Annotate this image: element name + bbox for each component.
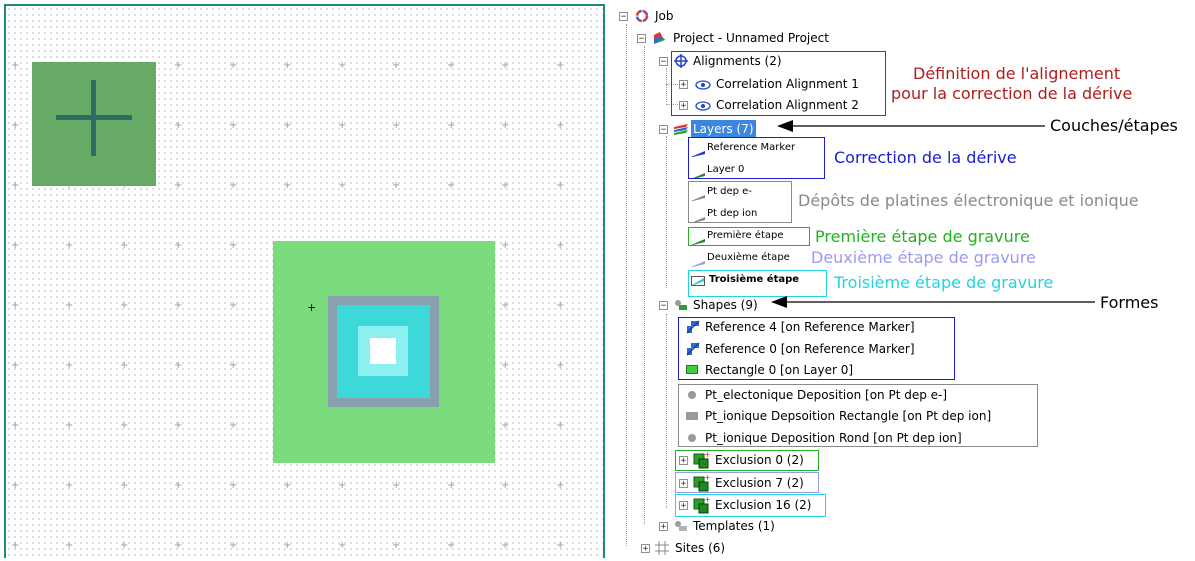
grid-cross-mark: + xyxy=(65,240,74,251)
grid-cross-mark: + xyxy=(338,180,347,191)
grid-cross-mark: + xyxy=(11,480,20,491)
grid-cross-mark: + xyxy=(229,60,238,71)
grid-cross-mark: + xyxy=(447,120,456,131)
grid-cross-mark: + xyxy=(65,420,74,431)
annotation-first-step: Première étape de gravure xyxy=(815,227,1030,246)
grid-cross-mark: + xyxy=(283,180,292,191)
annotation-drift-correction: Correction de la dérive xyxy=(834,148,1017,167)
grid-cross-mark: + xyxy=(229,540,238,551)
grid-cross-mark: + xyxy=(501,360,510,371)
grid-cross-mark: + xyxy=(338,120,347,131)
grid-cross-mark: + xyxy=(174,540,183,551)
grid-cross-mark: + xyxy=(556,540,565,551)
grid-cross-mark: + xyxy=(229,180,238,191)
grid-cross-mark: + xyxy=(338,540,347,551)
grid-cross-mark: + xyxy=(556,60,565,71)
grid-cross-mark: + xyxy=(392,180,401,191)
grid-cross-mark: + xyxy=(229,360,238,371)
annotation-forms: Formes xyxy=(1100,293,1159,312)
grid-cross-mark: + xyxy=(556,300,565,311)
grid-cross-mark: + xyxy=(447,60,456,71)
grid-cross-mark: + xyxy=(11,240,20,251)
grid-cross-mark: + xyxy=(174,60,183,71)
origin-cross-mark: + xyxy=(307,301,317,314)
grid-cross-mark: + xyxy=(229,120,238,131)
reference-cross-horizontal xyxy=(56,115,132,120)
grid-cross-mark: + xyxy=(120,240,129,251)
grid-cross-mark: + xyxy=(447,180,456,191)
grid-cross-mark: + xyxy=(174,240,183,251)
annotation-alignment-line2: pour la correction de la dérive xyxy=(891,84,1133,103)
annotation-layers-steps: Couches/étapes xyxy=(1050,116,1178,135)
grid-cross-mark: + xyxy=(229,300,238,311)
grid-cross-mark: + xyxy=(120,480,129,491)
layout-canvas[interactable]: + + + + + + + + + + + + + + + + + + + + + + + + + + + + + + + + + + + + + + + +… xyxy=(4,4,605,558)
grid-cross-mark: + xyxy=(174,300,183,311)
grid-cross-mark: + xyxy=(174,120,183,131)
annotation-alignment-line1: Définition de l'alignement xyxy=(913,64,1121,83)
grid-cross-mark: + xyxy=(392,480,401,491)
grid-cross-mark: + xyxy=(392,60,401,71)
grid-cross-mark: + xyxy=(392,120,401,131)
grid-cross-mark: + xyxy=(338,60,347,71)
grid-cross-mark: + xyxy=(174,420,183,431)
grid-cross-mark: + xyxy=(120,540,129,551)
grid-cross-mark: + xyxy=(65,360,74,371)
grid-cross-mark: + xyxy=(501,420,510,431)
job-tree: − Job − Project - Unnamed Project − Alig… xyxy=(615,0,1195,558)
grid-cross-mark: + xyxy=(556,240,565,251)
grid-cross-mark: + xyxy=(283,120,292,131)
grid-cross-mark: + xyxy=(120,360,129,371)
grid-cross-mark: + xyxy=(283,60,292,71)
grid-cross-mark: + xyxy=(556,360,565,371)
grid-cross-mark: + xyxy=(174,480,183,491)
grid-cross-mark: + xyxy=(11,60,20,71)
grid-cross-mark: + xyxy=(501,540,510,551)
grid-cross-mark: + xyxy=(11,540,20,551)
grid-cross-mark: + xyxy=(229,240,238,251)
grid-cross-mark: + xyxy=(501,240,510,251)
exclusion-0-shape[interactable] xyxy=(370,338,396,364)
grid-cross-mark: + xyxy=(556,420,565,431)
grid-cross-mark: + xyxy=(447,480,456,491)
grid-cross-mark: + xyxy=(556,120,565,131)
grid-cross-mark: + xyxy=(283,480,292,491)
grid-cross-mark: + xyxy=(283,540,292,551)
grid-cross-mark: + xyxy=(11,360,20,371)
grid-cross-mark: + xyxy=(229,480,238,491)
grid-cross-mark: + xyxy=(11,180,20,191)
grid-cross-mark: + xyxy=(65,300,74,311)
annotation-third-step: Troisième étape de gravure xyxy=(834,273,1054,292)
grid-cross-mark: + xyxy=(556,480,565,491)
grid-cross-mark: + xyxy=(229,420,238,431)
grid-cross-mark: + xyxy=(11,300,20,311)
grid-cross-mark: + xyxy=(11,120,20,131)
grid-cross-mark: + xyxy=(501,300,510,311)
grid-cross-mark: + xyxy=(501,60,510,71)
annotation-second-step: Deuxième étape de gravure xyxy=(811,248,1036,267)
grid-cross-mark: + xyxy=(11,420,20,431)
grid-cross-mark: + xyxy=(174,360,183,371)
grid-cross-mark: + xyxy=(501,180,510,191)
grid-cross-mark: + xyxy=(556,180,565,191)
grid-cross-mark: + xyxy=(392,540,401,551)
grid-cross-mark: + xyxy=(338,480,347,491)
grid-cross-mark: + xyxy=(174,180,183,191)
grid-cross-mark: + xyxy=(447,540,456,551)
grid-cross-mark: + xyxy=(501,120,510,131)
grid-cross-mark: + xyxy=(120,300,129,311)
annotation-deposits: Dépôts de platines électronique et ioniq… xyxy=(798,191,1139,210)
grid-cross-mark: + xyxy=(501,480,510,491)
grid-cross-mark: + xyxy=(65,540,74,551)
grid-cross-mark: + xyxy=(120,420,129,431)
grid-cross-mark: + xyxy=(65,480,74,491)
